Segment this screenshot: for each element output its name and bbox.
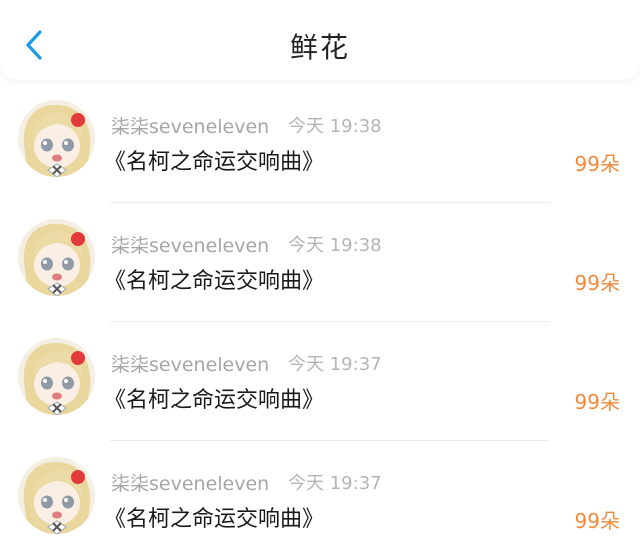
list-item[interactable]: 柒柒seveneleven 今天 19:38 《名柯之命运交响曲》 99朵 bbox=[0, 203, 640, 322]
anime-girl-avatar-image bbox=[18, 338, 95, 415]
top-bar: 鲜花 bbox=[0, 0, 640, 80]
flower-amount: 99朵 bbox=[574, 390, 620, 414]
flower-records-page: 鲜花 柒柒seveneleven 今天 19:38 《名柯之命运交响曲》 99朵… bbox=[0, 0, 640, 553]
page-title: 鲜花 bbox=[289, 31, 350, 64]
anime-girl-avatar-image bbox=[18, 219, 95, 296]
username[interactable]: 柒柒seveneleven bbox=[111, 350, 269, 377]
avatar[interactable] bbox=[18, 100, 95, 177]
anime-girl-avatar-image bbox=[18, 457, 95, 534]
username[interactable]: 柒柒seveneleven bbox=[111, 469, 269, 496]
flower-amount: 99朵 bbox=[574, 271, 620, 295]
username[interactable]: 柒柒seveneleven bbox=[111, 112, 269, 139]
avatar[interactable] bbox=[18, 219, 95, 296]
avatar[interactable] bbox=[18, 457, 95, 534]
message-text: 《名柯之命运交响曲》 bbox=[104, 507, 325, 532]
list-item[interactable]: 柒柒seveneleven 今天 19:38 《名柯之命运交响曲》 99朵 bbox=[0, 84, 640, 203]
flower-record-list: 柒柒seveneleven 今天 19:38 《名柯之命运交响曲》 99朵 柒柒… bbox=[0, 84, 640, 553]
timestamp: 今天 19:37 bbox=[288, 354, 382, 375]
username[interactable]: 柒柒seveneleven bbox=[111, 231, 269, 258]
flower-amount: 99朵 bbox=[574, 152, 620, 176]
list-item[interactable]: 柒柒seveneleven 今天 19:37 《名柯之命运交响曲》 99朵 bbox=[0, 441, 640, 553]
timestamp: 今天 19:37 bbox=[288, 473, 382, 494]
flower-amount: 99朵 bbox=[574, 509, 620, 533]
anime-girl-avatar-image bbox=[18, 100, 95, 177]
message-text: 《名柯之命运交响曲》 bbox=[104, 388, 325, 413]
avatar[interactable] bbox=[18, 338, 95, 415]
message-text: 《名柯之命运交响曲》 bbox=[104, 150, 325, 175]
timestamp: 今天 19:38 bbox=[288, 116, 382, 137]
message-text: 《名柯之命运交响曲》 bbox=[104, 269, 325, 294]
timestamp: 今天 19:38 bbox=[288, 235, 382, 256]
list-item[interactable]: 柒柒seveneleven 今天 19:37 《名柯之命运交响曲》 99朵 bbox=[0, 322, 640, 441]
